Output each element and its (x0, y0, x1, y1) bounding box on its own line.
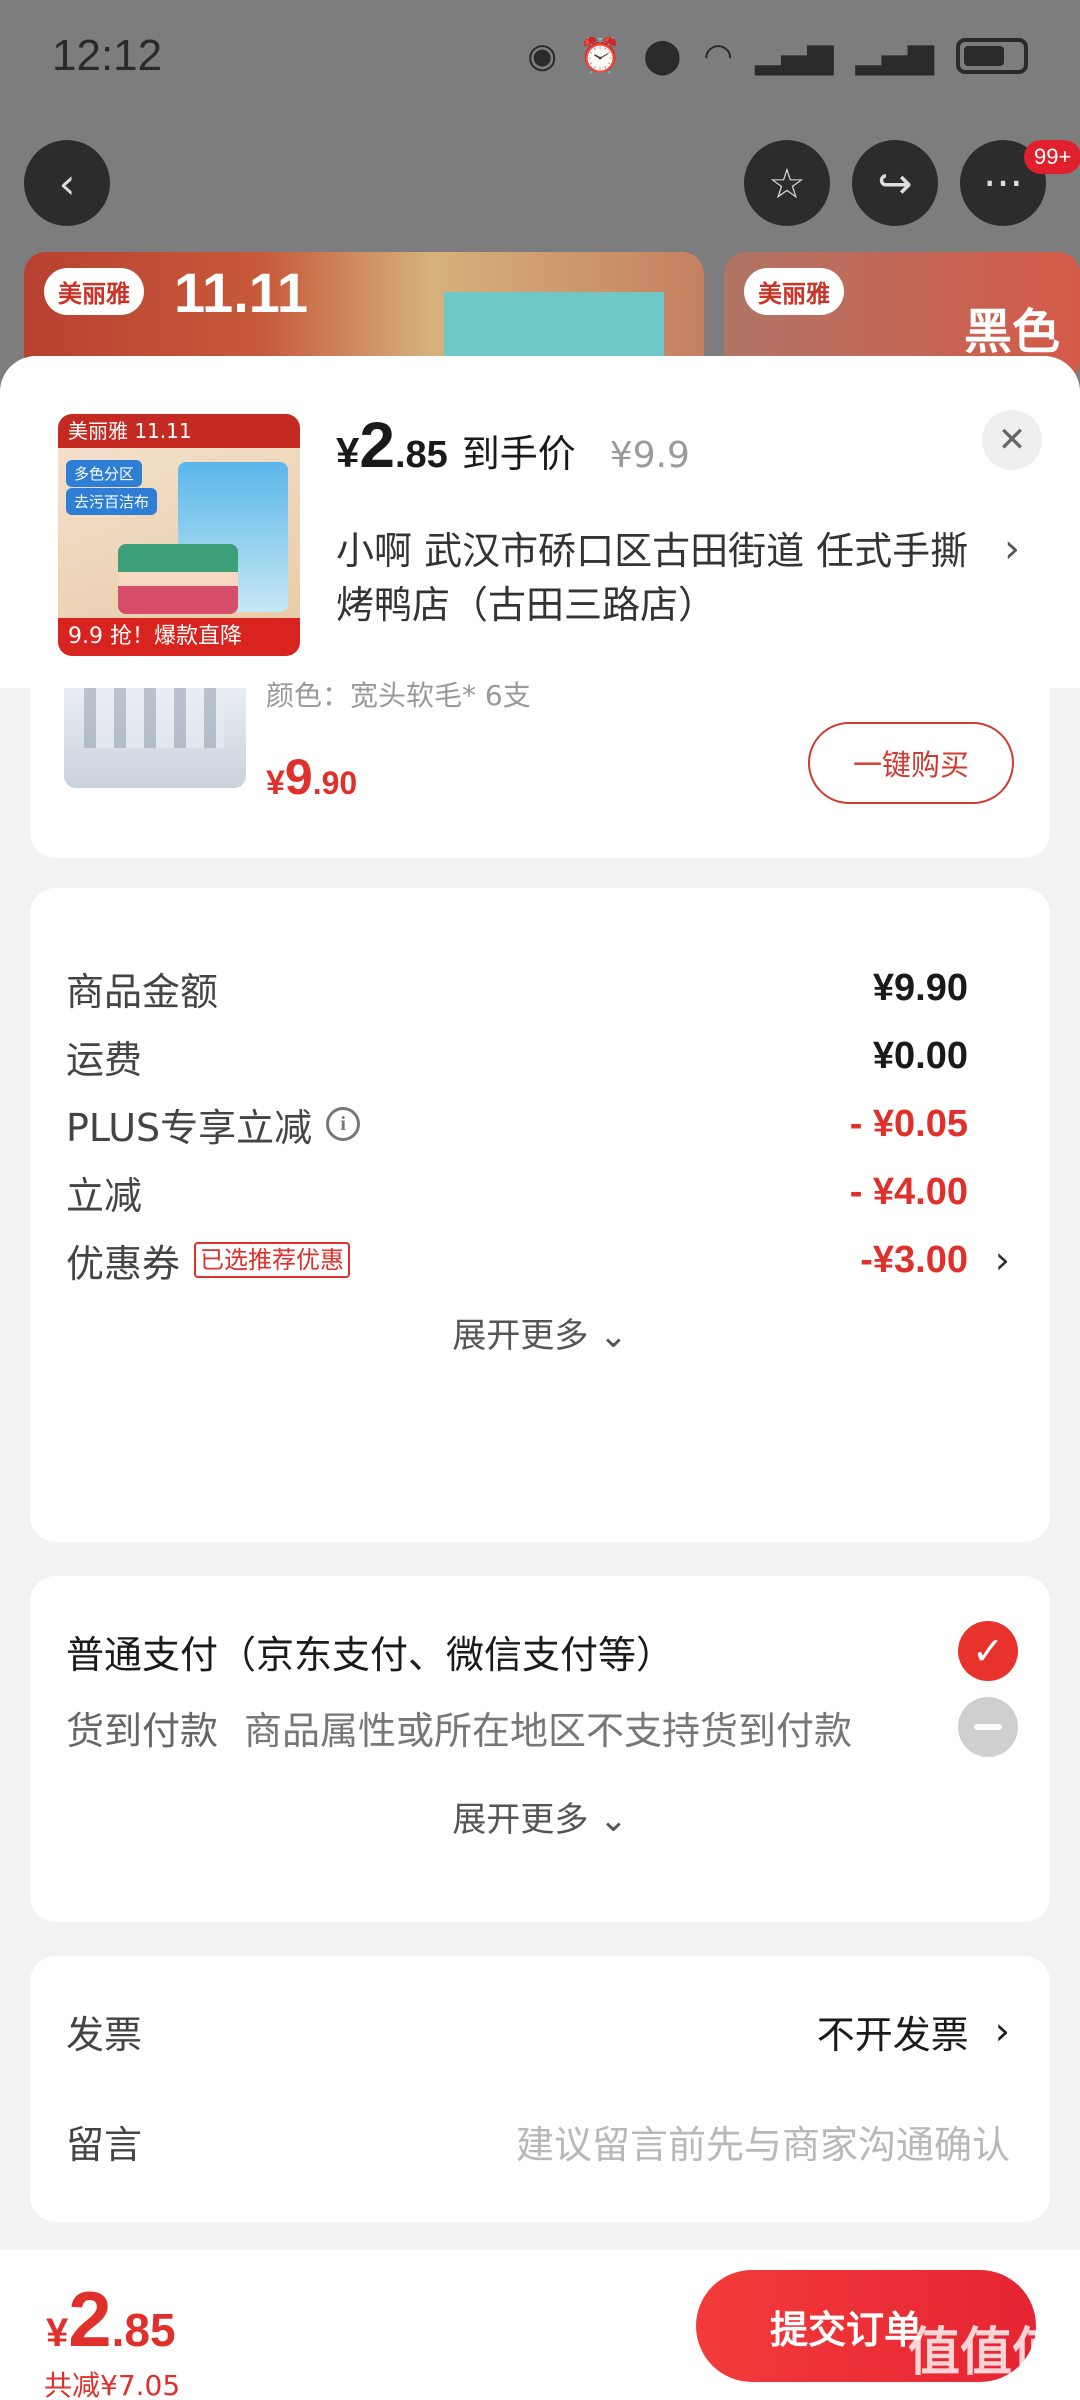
product-card: 颜色：宽头软毛* 6支 ¥9.90 一键购买 (30, 679, 1050, 858)
chevron-right-icon[interactable]: › (995, 1238, 1010, 1282)
feature-chip: 去污百洁布 (66, 488, 158, 515)
watermark: 值值值 (907, 2323, 1064, 2383)
more-icon: ··· (982, 158, 1024, 208)
chevron-right-icon: › (994, 2009, 1010, 2053)
feature-chip: 多色分区 (66, 460, 143, 487)
status-bar: 12:12 ◉ ⏰ ⬤ ◠ ▂▄▆ ▂▄▆ (0, 0, 1080, 112)
goods-amount: ¥9.90 (872, 966, 968, 1009)
notification-badge: 99+ (1024, 140, 1080, 174)
thumbnail-price-bar: 9.9 抢！爆款直降 (58, 618, 300, 656)
invoice-card: 发票 不开发票 › 留言 建议留言前先与商家沟通确认 (30, 1956, 1050, 2222)
plus-discount: - ¥0.05 (849, 1102, 968, 1145)
top-nav: ‹ ☆ ↪ ··· 99+ (0, 140, 1080, 232)
invoice-row[interactable]: 发票 不开发票 › (66, 1996, 1010, 2066)
checkmark-icon[interactable]: ✓ (958, 1621, 1018, 1681)
order-summary-header: 美丽雅 11.11 多色分区 去污百洁布 9.9 抢！爆款直降 ¥2.85 到手… (0, 356, 1080, 688)
expand-more-button[interactable]: 展开更多 ⌄ (30, 1792, 1050, 1841)
share-icon: ↪ (877, 158, 913, 208)
eye-icon: ◉ (527, 36, 558, 76)
payment-card: 普通支付（京东支付、微信支付等） ✓ 货到付款 商品属性或所在地区不支持货到付款… (30, 1576, 1050, 1922)
instant-discount-row: 立减 - ¥4.00 (66, 1170, 968, 1218)
product-spec: 颜色：宽头软毛* 6支 (266, 679, 531, 712)
total-price: ¥2.85 (46, 2275, 176, 2363)
share-button[interactable]: ↪ (852, 140, 938, 226)
coupon-tag: 已选推荐优惠 (194, 1242, 351, 1278)
alarm-icon: ⏰ (579, 36, 622, 76)
final-price: ¥2.85 到手价 ¥9.9 (336, 408, 690, 482)
price-details-card: 商品金额 ¥9.90 运费 ¥0.00 PLUS专享立减 i - ¥0.05 立减… (30, 888, 1050, 1542)
event-logo: 11.11 (174, 261, 308, 324)
brand-logo: 美丽雅 (744, 268, 844, 315)
coupon-row[interactable]: 优惠券 已选推荐优惠 -¥3.00 (66, 1230, 968, 1290)
4g-signal-icon: ▂▄▆ (755, 36, 834, 76)
shipping-fee: ¥0.00 (872, 1034, 968, 1077)
back-button[interactable]: ‹ (24, 140, 110, 226)
payment-option-cod[interactable]: 货到付款 商品属性或所在地区不支持货到付款 (66, 1692, 1018, 1762)
disabled-icon (958, 1697, 1018, 1757)
status-time: 12:12 (52, 31, 163, 80)
star-icon: ☆ (768, 158, 806, 208)
invoice-value: 不开发票 (816, 2012, 969, 2057)
chevron-down-icon: ⌄ (599, 1800, 628, 1840)
chevron-left-icon: ‹ (58, 158, 76, 208)
sponge-image (118, 544, 238, 614)
instant-discount: - ¥4.00 (849, 1170, 968, 1213)
final-price-value: ¥2.85 (336, 409, 448, 481)
coupon-amount: -¥3.00 (860, 1238, 968, 1281)
battery-icon (956, 38, 1028, 74)
brand-logo: 美丽雅 (44, 268, 144, 315)
chevron-down-icon: ⌄ (599, 1316, 628, 1356)
status-icons: ◉ ⏰ ⬤ ◠ ▂▄▆ ▂▄▆ (527, 36, 1028, 76)
favorite-button[interactable]: ☆ (744, 140, 830, 226)
payment-option-label: 普通支付（京东支付、微信支付等） (66, 1632, 675, 1677)
note-row[interactable]: 留言 建议留言前先与商家沟通确认 (66, 2106, 1010, 2176)
shipping-address[interactable]: 小啊 武汉市硚口区古田街道 任式手撕烤鸭店（古田三路店） (336, 524, 976, 632)
total-saved: 共减¥7.05 (44, 2369, 181, 2400)
4g-signal-icon: ▂▄▆ (855, 36, 934, 76)
payment-option-normal[interactable]: 普通支付（京东支付、微信支付等） ✓ (66, 1616, 1018, 1686)
original-price: ¥9.9 (609, 435, 690, 476)
info-icon[interactable]: i (326, 1107, 361, 1141)
product-image (64, 688, 246, 788)
product-price: ¥9.90 (266, 749, 358, 805)
goods-amount-row: 商品金额 ¥9.90 (66, 966, 968, 1014)
payment-option-label: 货到付款 (66, 1708, 219, 1753)
event-tag: 美丽雅 11.11 (58, 414, 300, 448)
order-sheet: 美丽雅 11.11 多色分区 去污百洁布 9.9 抢！爆款直降 ¥2.85 到手… (0, 356, 1080, 2400)
plus-discount-row: PLUS专享立减 i - ¥0.05 (66, 1102, 968, 1150)
product-thumbnail: 美丽雅 11.11 多色分区 去污百洁布 9.9 抢！爆款直降 (58, 414, 300, 656)
banner-text: 黑色 (963, 304, 1060, 360)
chevron-right-icon[interactable]: › (1004, 526, 1020, 572)
payment-option-note: 商品属性或所在地区不支持货到付款 (244, 1708, 853, 1753)
close-button[interactable]: ✕ (982, 410, 1042, 470)
final-price-label: 到手价 (461, 432, 576, 476)
wifi-icon: ◠ (703, 36, 734, 76)
one-click-buy-button[interactable]: 一键购买 (808, 722, 1014, 804)
location-icon: ⬤ (643, 36, 682, 76)
expand-more-button[interactable]: 展开更多 ⌄ (30, 1308, 1050, 1357)
shipping-row: 运费 ¥0.00 (66, 1034, 968, 1082)
close-icon: ✕ (997, 420, 1027, 460)
note-input[interactable]: 建议留言前先与商家沟通确认 (516, 2114, 1010, 2169)
